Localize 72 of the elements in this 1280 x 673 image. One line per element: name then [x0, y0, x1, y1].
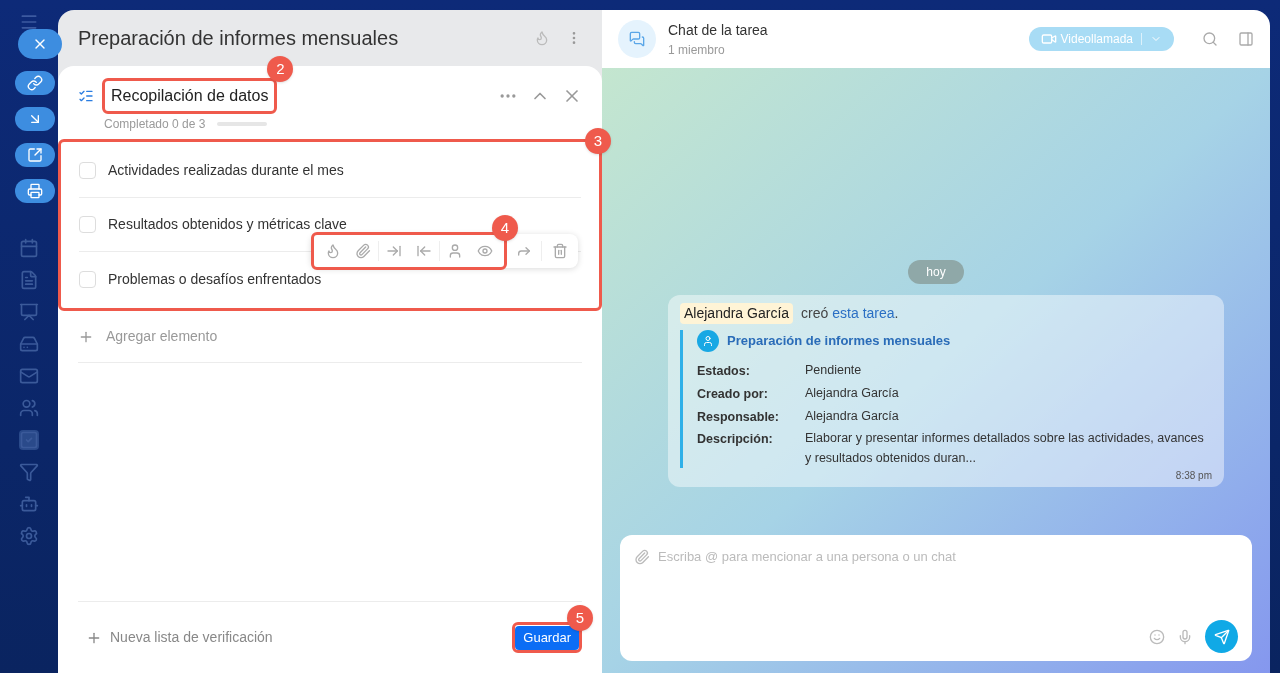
field-value: Alejandra García: [805, 407, 900, 425]
message-punctuation: .: [894, 304, 899, 323]
checkbox[interactable]: [79, 270, 96, 288]
send-icon: [1213, 628, 1230, 645]
checklist-item-text[interactable]: Problemas o desafíos enfrentados: [108, 268, 322, 290]
menu-icon[interactable]: [19, 12, 39, 32]
outdent-icon[interactable]: [416, 243, 432, 259]
sidebar-icon[interactable]: [19, 462, 39, 482]
eye-icon[interactable]: [477, 243, 493, 259]
user-icon[interactable]: [447, 243, 463, 259]
chat-avatar: [618, 20, 656, 58]
checklist-item-text[interactable]: Actividades realizadas durante el mes: [108, 160, 344, 181]
task-title: Preparación de informes mensuales: [78, 26, 400, 51]
emoji-icon[interactable]: [1149, 628, 1165, 645]
field-value: Alejandra García: [805, 384, 900, 402]
sidebar-icon[interactable]: [19, 430, 39, 450]
callout-number: 5: [567, 605, 593, 632]
callout-number: 4: [492, 215, 518, 241]
field-value: Elaborar y presentar informes detallados sobre las actividades, avances y resultados obtenidos duran...: [805, 430, 1205, 468]
flame-icon[interactable]: [325, 243, 341, 259]
checkbox[interactable]: [79, 216, 96, 233]
save-button[interactable]: Guardar: [515, 625, 579, 650]
new-checklist-link[interactable]: Nueva lista de verificación: [110, 627, 513, 648]
printer-icon: [27, 183, 43, 199]
sidebar-icon[interactable]: [19, 494, 39, 514]
progress-text: Completado 0 de 3: [104, 116, 206, 133]
sidebar-icon[interactable]: [19, 366, 39, 386]
sidebar-icon[interactable]: [19, 334, 39, 354]
chat-subtitle: 1 miembro: [668, 41, 726, 59]
sidebar-icon[interactable]: [19, 398, 39, 418]
close-button[interactable]: [18, 29, 62, 59]
microphone-icon[interactable]: [1177, 628, 1193, 645]
sidebar-icon[interactable]: [19, 238, 39, 258]
checklist-item-text[interactable]: Resultados obtenidos y métricas clave: [108, 214, 347, 235]
author-name[interactable]: Alejandra García: [680, 303, 794, 324]
checklist-title[interactable]: Recopilación de datos: [102, 78, 278, 114]
paperclip-icon[interactable]: [634, 548, 650, 565]
send-button[interactable]: [1205, 620, 1238, 653]
trash-icon[interactable]: [552, 243, 568, 259]
callout-number: 3: [585, 128, 611, 154]
open-button[interactable]: [15, 143, 55, 167]
sidebar-icon[interactable]: [19, 270, 39, 290]
panel-icon[interactable]: [1238, 31, 1254, 47]
indent-icon[interactable]: [386, 243, 402, 259]
input-placeholder: Escriba @ para mencionar a una persona o un chat: [658, 548, 956, 566]
flame-icon[interactable]: [534, 30, 550, 46]
paperclip-icon[interactable]: [355, 243, 371, 259]
video-camera-icon: [1040, 31, 1057, 47]
chat-title: Chat de la tarea: [668, 20, 769, 40]
print-button[interactable]: [15, 179, 55, 203]
field-label: Descripción:: [697, 431, 774, 449]
field-label: Responsable:: [697, 408, 780, 426]
add-item-link[interactable]: Agregar elemento: [106, 326, 218, 347]
sidebar-icon[interactable]: [19, 302, 39, 322]
field-label: Estados:: [697, 363, 751, 380]
sidebar-icon[interactable]: [19, 526, 39, 546]
field-value: Pendiente: [805, 362, 863, 379]
task-card-title[interactable]: Preparación de informes mensuales: [727, 331, 951, 351]
search-icon[interactable]: [1202, 31, 1218, 47]
day-label: hoy: [908, 260, 964, 284]
message-verb: creó: [801, 304, 829, 323]
checklist-icon: [78, 88, 94, 104]
link-icon: [27, 75, 43, 91]
message-time: 8:38 pm: [1175, 469, 1212, 484]
task-link[interactable]: esta tarea: [832, 303, 895, 324]
checkbox[interactable]: [79, 162, 96, 179]
callout-number: 2: [267, 56, 294, 82]
external-link-icon: [27, 147, 43, 163]
download-button[interactable]: [15, 107, 55, 131]
link-button[interactable]: [15, 71, 55, 95]
field-label: Creado por:: [697, 385, 769, 403]
user-icon: [697, 330, 719, 352]
